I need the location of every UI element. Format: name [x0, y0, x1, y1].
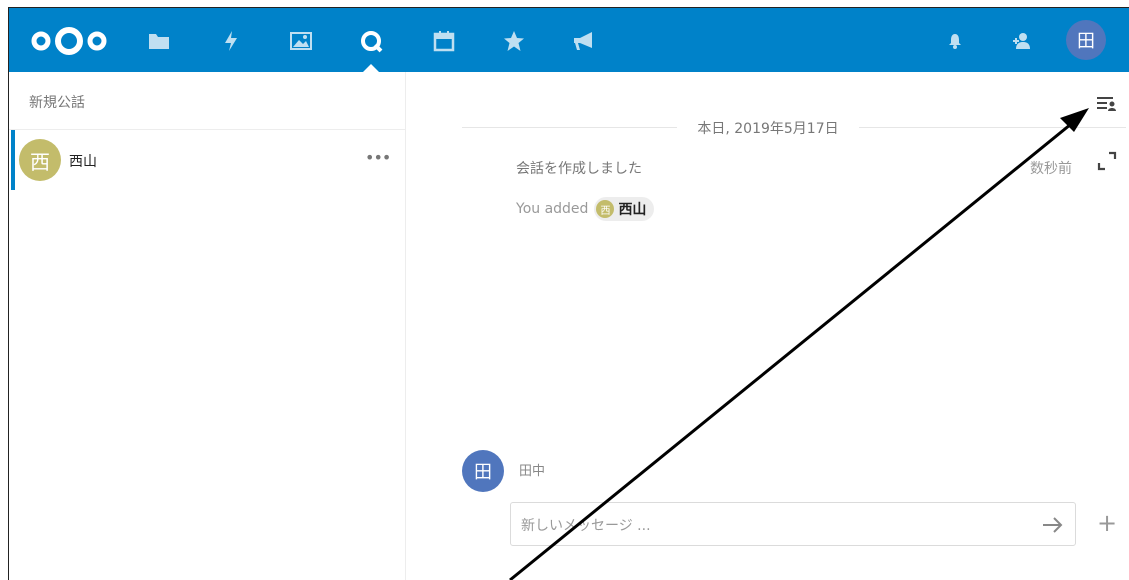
conversation-avatar-initial: 西 — [30, 149, 50, 174]
system-message: 会話を作成しました — [516, 161, 642, 177]
activity-icon[interactable] — [216, 26, 246, 56]
conversation-name: 西山 — [69, 154, 97, 170]
user-mention[interactable]: 西 西山 — [594, 197, 655, 221]
conversation-avatar: 西 — [19, 139, 61, 181]
add-attachment-icon[interactable]: + — [1096, 511, 1118, 535]
mention-avatar: 西 — [596, 200, 615, 218]
nextcloud-logo[interactable] — [29, 26, 109, 56]
conversations-sidebar: 新規公話 西 西山 ••• — [9, 72, 406, 580]
message-timestamp: 数秒前 — [1030, 161, 1072, 177]
date-separator-line — [859, 127, 1126, 128]
current-user-avatar: 田 — [462, 450, 504, 492]
user-menu-avatar[interactable]: 田 — [1066, 20, 1106, 60]
folder-icon[interactable] — [144, 26, 174, 56]
chat-view: 本日, 2019年5月17日 会話を作成しました 数秒前 You added 西… — [406, 72, 1129, 580]
message-input[interactable]: 新しいメッセージ ... — [510, 502, 1076, 546]
active-nav-caret — [363, 64, 379, 72]
user-avatar-initial: 田 — [1077, 31, 1095, 52]
notifications-bell-icon[interactable] — [940, 26, 970, 56]
more-options-icon[interactable]: ••• — [365, 148, 391, 167]
top-header: 田 — [9, 8, 1129, 72]
sidebar-toggle-icon[interactable] — [1094, 92, 1118, 116]
fullscreen-icon[interactable] — [1096, 150, 1118, 172]
talk-icon[interactable] — [356, 26, 386, 56]
mention-name: 西山 — [618, 202, 647, 218]
gallery-icon[interactable] — [286, 26, 316, 56]
calendar-icon[interactable] — [429, 26, 459, 56]
contacts-icon[interactable] — [1007, 26, 1037, 56]
message-input-placeholder: 新しいメッセージ ... — [521, 518, 651, 534]
date-separator: 本日, 2019年5月17日 — [697, 121, 839, 137]
added-prefix: You added — [516, 201, 589, 217]
current-user-avatar-initial: 田 — [474, 462, 492, 483]
megaphone-icon[interactable] — [569, 26, 599, 56]
date-separator-line — [462, 127, 677, 128]
send-arrow-icon[interactable] — [1037, 513, 1067, 537]
system-message-added: You added 西 西山 — [516, 197, 655, 221]
conversation-item[interactable]: 西 西山 ••• — [9, 130, 405, 190]
current-user-name: 田中 — [519, 464, 546, 479]
active-indicator — [11, 130, 15, 190]
app-window: 田 新規公話 西 西山 ••• 本日, 2019年5月17日 会話を作成しました… — [8, 7, 1129, 580]
new-conversation-input[interactable]: 新規公話 — [29, 92, 85, 112]
star-icon[interactable] — [499, 26, 529, 56]
